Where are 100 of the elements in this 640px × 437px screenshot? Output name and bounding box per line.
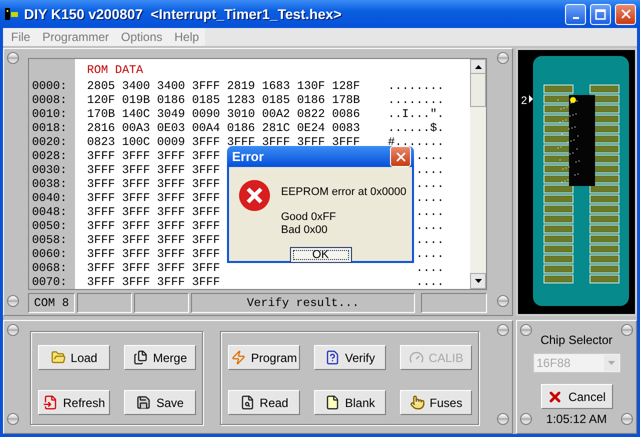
menu-item[interactable]: Programmer: [36, 28, 116, 46]
toolbar-button[interactable]: Merge: [124, 345, 196, 370]
screw-icon: [621, 324, 633, 336]
hex-word: 0822: [297, 107, 326, 121]
hex-word: 3FFF: [157, 247, 186, 261]
hex-word: 3FFF: [192, 149, 222, 163]
hex-word: 0823: [87, 135, 116, 149]
hex-word: 3FFF: [122, 149, 152, 163]
screw-icon: [7, 324, 19, 336]
progress-panel: [421, 293, 487, 313]
ascii-text: ....: [416, 275, 444, 289]
ascii-text: ....: [416, 163, 444, 177]
menu-item[interactable]: File: [5, 28, 36, 46]
file-arrow-icon: [42, 395, 58, 410]
hex-word: 0E03: [157, 121, 186, 135]
close-button[interactable]: [390, 146, 411, 167]
address-label: 0068:: [32, 261, 68, 275]
file-search-icon: [240, 395, 255, 410]
hex-word: 2819: [227, 79, 256, 93]
hex-word: 3FFF: [192, 233, 222, 247]
ascii-text: ........: [388, 79, 444, 93]
toolbar-button[interactable]: Save: [124, 390, 196, 415]
hex-word: 3FFF: [122, 205, 152, 219]
hex-word: 3FFF: [87, 177, 116, 191]
chip-icon: [4, 6, 20, 22]
up-arrow-icon: [474, 65, 482, 69]
hex-word: 130F: [297, 79, 326, 93]
pin-marker-label: 2: [520, 95, 527, 107]
toolbar-button[interactable]: Program: [228, 345, 300, 370]
menu-item[interactable]: Help: [168, 28, 206, 46]
address-label: 0060:: [32, 247, 68, 261]
address-label: 0018:: [32, 121, 68, 135]
down-arrow-icon: [474, 279, 482, 283]
hex-word: 3010: [227, 107, 256, 121]
hex-word: 0090: [192, 107, 222, 121]
status-panel: [134, 293, 189, 313]
hex-word: 3FFF: [122, 163, 152, 177]
menu-item[interactable]: Options: [115, 28, 168, 46]
hex-word: 3FFF: [192, 205, 222, 219]
ascii-text: #.......: [388, 135, 444, 149]
maximize-button[interactable]: [590, 4, 611, 24]
hex-word: 0086: [332, 107, 362, 121]
clock: 1:05:12 AM: [546, 412, 607, 426]
hex-word: 3FFF: [192, 261, 222, 275]
hex-word: 019B: [122, 93, 152, 107]
hex-word: 120F: [87, 93, 116, 107]
error-icon: [238, 179, 271, 212]
toolbar-button[interactable]: Verify: [314, 345, 386, 370]
address-label: 0050:: [32, 219, 68, 233]
hex-word: 3400: [122, 79, 152, 93]
toolbar-button[interactable]: Fuses: [400, 390, 472, 415]
screw-icon: [7, 295, 19, 307]
hex-word: 0083: [332, 121, 362, 135]
hex-word: 3FFF: [87, 191, 116, 205]
hex-word: 3FFF: [122, 191, 152, 205]
hex-word: 3FFF: [87, 219, 116, 233]
toolbar-button[interactable]: Blank: [314, 390, 386, 415]
hex-word: 3FFF: [157, 149, 186, 163]
hex-word: 3FFF: [122, 247, 152, 261]
screw-icon: [520, 413, 532, 425]
hex-word: 3FFF: [297, 135, 326, 149]
hex-word: 3FFF: [157, 205, 186, 219]
hex-word: 3FFF: [87, 261, 116, 275]
toolbar-button[interactable]: Refresh: [38, 390, 110, 415]
hex-word: 2816: [87, 121, 116, 135]
hex-word: 1283: [227, 93, 256, 107]
close-button[interactable]: [615, 4, 636, 24]
address-label: 0058:: [32, 233, 68, 247]
ascii-text: ....: [416, 149, 444, 163]
hex-word: 0185: [262, 93, 292, 107]
minimize-button[interactable]: [565, 4, 586, 24]
hex-word: 3FFF: [192, 135, 222, 149]
hex-word: 3FFF: [122, 261, 152, 275]
address-label: 0048:: [32, 205, 68, 219]
hex-word: 3FFF: [157, 275, 186, 289]
hex-word: 170B: [87, 107, 116, 121]
hex-word: 3FFF: [87, 163, 116, 177]
hex-word: 3049: [157, 107, 186, 121]
address-label: 0020:: [32, 135, 68, 149]
hex-word: 0185: [192, 93, 222, 107]
ascii-text: ......$.: [388, 121, 444, 135]
screw-icon: [520, 324, 532, 336]
hex-word: 1683: [262, 79, 292, 93]
address-label: 0030:: [32, 163, 68, 177]
cancel-button[interactable]: Cancel: [540, 384, 612, 409]
toolbar-button[interactable]: Load: [38, 345, 110, 370]
hex-word: 3FFF: [157, 177, 186, 191]
scroll-thumb[interactable]: [470, 73, 486, 107]
hex-word: 100C: [122, 135, 152, 149]
hex-word: 3FFF: [87, 149, 116, 163]
hex-word: 0186: [297, 93, 326, 107]
scrollbar[interactable]: [470, 59, 486, 289]
scroll-down-button[interactable]: [470, 273, 486, 289]
address-label: 0008:: [32, 93, 68, 107]
hex-word: 3FFF: [192, 219, 222, 233]
x-mark-icon: [547, 388, 564, 404]
blank-page-icon: [324, 395, 340, 410]
toolbar-button[interactable]: Read: [228, 390, 300, 415]
hex-word: 00A4: [192, 121, 222, 135]
screw-icon: [7, 413, 19, 425]
